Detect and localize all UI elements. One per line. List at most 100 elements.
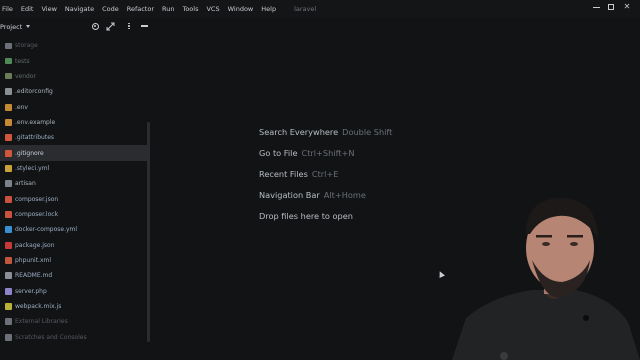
tree-item-label: Scratches and Consoles [15,333,87,341]
env-icon [5,118,12,126]
env-icon [5,103,12,111]
menu-run[interactable]: Run [158,5,178,13]
npm-icon [5,241,12,249]
tree-item[interactable]: .env [0,99,148,114]
tree-scrollbar[interactable] [147,122,150,342]
tree-item[interactable]: webpack.mix.js [0,299,148,314]
project-tree: storage tests vendor .editorconfig .env .env.… [0,38,148,345]
menu-code[interactable]: Code [98,5,123,13]
minus-icon [140,25,148,27]
tree-item-label: vendor [15,72,36,80]
tree-item-label: .gitattributes [15,134,55,142]
tree-item[interactable]: composer.json [0,191,148,206]
tree-item-label: .env.example [15,118,56,126]
tree-item[interactable]: .gitignore [0,145,148,161]
tree-item-label: docker-compose.yml [15,226,78,234]
tree-item[interactable]: docker-compose.yml [0,222,148,237]
hint-shortcut: Ctrl+Shift+N [301,148,355,158]
tree-item[interactable]: External Libraries [0,314,148,329]
js-icon [5,303,12,311]
menu-bar: File Edit View Navigate Code Refactor Ru… [0,0,640,18]
minimize-icon [592,6,600,8]
hint-action: Drop files here to open [259,211,353,221]
xml-icon [5,256,12,264]
markdown-icon [5,272,12,280]
hint-action[interactable]: Go to File [259,148,297,158]
tree-item-label: webpack.mix.js [15,303,62,311]
menu-file[interactable]: File [0,5,17,13]
menu-window[interactable]: Window [224,5,258,13]
menu-edit[interactable]: Edit [17,5,38,13]
window-project-name: laravel [294,5,317,13]
collapse-all-button[interactable] [105,21,115,31]
locate-file-button[interactable] [90,21,100,31]
file-icon [5,180,12,188]
hint-recent-files: Recent Files Ctrl+E [259,169,338,179]
composer-icon [5,195,12,203]
tree-item-label: composer.lock [15,210,59,218]
close-button[interactable]: ✕ [620,0,634,14]
hint-shortcut: Double Shift [342,127,393,137]
tree-item-label: README.md [15,272,53,280]
hint-shortcut: Ctrl+E [311,169,339,179]
tree-item[interactable]: phpunit.xml [0,253,148,268]
options-button[interactable] [124,21,134,31]
hint-action[interactable]: Recent Files [259,169,308,179]
git-icon [5,134,12,142]
menu-tools[interactable]: Tools [178,5,202,13]
hint-action[interactable]: Navigation Bar [259,190,320,200]
menu-view[interactable]: View [37,5,60,13]
hide-panel-button[interactable] [139,21,149,31]
tree-item-label: External Libraries [15,318,68,326]
tree-item-label: package.json [15,241,55,249]
maximize-button[interactable] [604,0,618,14]
tree-item-label: .env [15,103,28,111]
tree-item[interactable]: .env.example [0,115,148,130]
tree-item[interactable]: Scratches and Consoles [0,330,148,345]
tree-item[interactable]: .styleci.yml [0,161,148,176]
tree-item-label: .gitignore [15,149,44,157]
tree-item[interactable]: package.json [0,237,148,252]
menu-vcs[interactable]: VCS [202,5,223,13]
tree-item-label: artisan [15,180,36,188]
tree-item[interactable]: vendor [0,69,148,84]
collapse-icon [106,22,114,30]
lock-icon [5,210,12,218]
tree-item-label: composer.json [15,195,59,203]
tree-item[interactable]: server.php [0,284,148,299]
yaml-icon [5,164,12,172]
docker-icon [5,226,12,234]
hint-search-everywhere: Search Everywhere Double Shift [259,127,392,137]
tree-item-label: tests [15,57,30,65]
tree-item[interactable]: .gitattributes [0,130,148,145]
tree-item-label: server.php [15,287,47,295]
menu-refactor[interactable]: Refactor [123,5,158,13]
library-icon [5,318,12,326]
tree-item-label: phpunit.xml [15,256,52,264]
close-icon: ✕ [623,2,631,11]
menu-navigate[interactable]: Navigate [61,5,98,13]
tree-item[interactable]: README.md [0,268,148,283]
config-icon [5,88,12,96]
folder-icon [5,73,12,80]
tree-item[interactable]: artisan [0,176,148,191]
git-icon [5,149,12,157]
minimize-button[interactable] [589,0,603,14]
webcam-presenter [452,198,640,360]
chevron-down-icon[interactable] [26,25,31,28]
tree-item[interactable]: tests [0,53,148,68]
tree-item[interactable]: storage [0,38,148,53]
folder-icon [5,58,12,65]
hint-action[interactable]: Search Everywhere [259,127,338,137]
tree-item-label: storage [15,42,38,50]
maximize-icon [608,4,614,10]
project-view-selector[interactable]: Project [0,23,22,31]
folder-icon [5,42,12,49]
tree-item-label: .editorconfig [15,88,53,96]
menu-help[interactable]: Help [257,5,280,13]
scratch-icon [5,333,12,341]
tree-item[interactable]: .editorconfig [0,84,148,99]
php-icon [5,287,12,295]
hint-go-to-file: Go to File Ctrl+Shift+N [259,148,355,158]
tree-item[interactable]: composer.lock [0,207,148,222]
